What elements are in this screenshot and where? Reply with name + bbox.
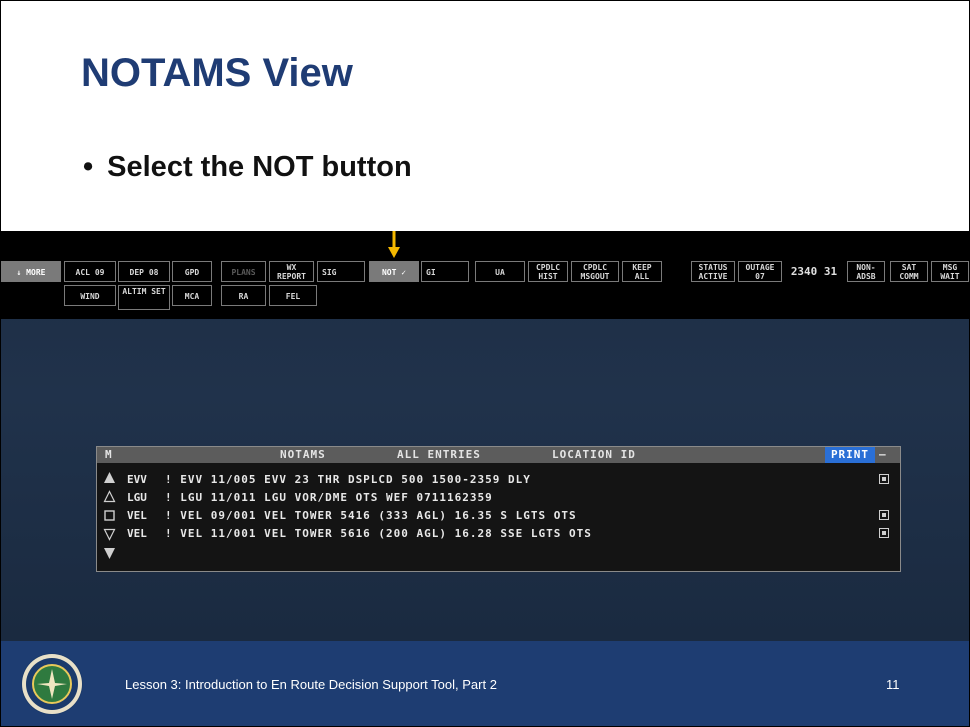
outage-button[interactable]: OUTAGE 07 xyxy=(738,261,782,282)
notam-text: ! VEL 09/001 VEL TOWER 5416 (333 AGL) 16… xyxy=(165,509,577,522)
scroll-up-icon[interactable] xyxy=(103,490,116,503)
gpd-button[interactable]: GPD xyxy=(172,261,212,282)
status-active-button[interactable]: STATUS ACTIVE xyxy=(691,261,735,282)
menu-button[interactable]: M xyxy=(105,447,112,463)
fel-button[interactable]: FEL xyxy=(269,285,317,306)
notam-row[interactable]: EVV ! EVV 11/005 EVV 23 THR DSPLCD 500 1… xyxy=(127,471,889,489)
ua-button[interactable]: UA xyxy=(475,261,525,282)
bullet-dot: • xyxy=(83,151,94,183)
toolbar: ↓ MORE ACL 09 DEP 08 GPD PLANS WX REPORT… xyxy=(1,231,969,319)
notam-location: VEL xyxy=(127,509,147,522)
slide: NOTAMS View • Select the NOT button ↓ MOR… xyxy=(0,0,970,727)
sort-location-id[interactable]: LOCATION ID xyxy=(552,447,636,463)
msg-wait-button[interactable]: MSG WAIT xyxy=(931,261,969,282)
ra-button[interactable]: RA xyxy=(221,285,266,306)
scroll-top-icon[interactable] xyxy=(103,471,116,484)
keep-all-button[interactable]: KEEP ALL xyxy=(622,261,662,282)
sat-comm-button[interactable]: SAT COMM xyxy=(890,261,928,282)
notam-location: EVV xyxy=(127,473,147,486)
notam-location: VEL xyxy=(127,527,147,540)
scroll-thumb-icon[interactable] xyxy=(103,509,116,522)
print-button[interactable]: PRINT xyxy=(825,447,875,463)
notam-text: ! LGU 11/011 LGU VOR/DME OTS WEF 0711162… xyxy=(165,491,493,504)
eram-screen: ↓ MORE ACL 09 DEP 08 GPD PLANS WX REPORT… xyxy=(1,231,969,641)
scrollbar[interactable] xyxy=(103,471,118,561)
filter-all-entries[interactable]: ALL ENTRIES xyxy=(397,447,481,463)
cpdlc-msgout-button[interactable]: CPDLC MSGOUT xyxy=(571,261,619,282)
wx-report-button[interactable]: WX REPORT xyxy=(269,261,314,282)
not-button[interactable]: NOT ✓ xyxy=(369,261,419,282)
notam-text: ! EVV 11/005 EVV 23 THR DSPLCD 500 1500-… xyxy=(165,473,531,486)
notams-title: NOTAMS xyxy=(280,448,326,461)
plans-button[interactable]: PLANS xyxy=(221,261,266,282)
footer-lesson-title: Lesson 3: Introduction to En Route Decis… xyxy=(125,677,497,692)
cpdlc-hist-button[interactable]: CPDLC HIST xyxy=(528,261,568,282)
slide-footer: Lesson 3: Introduction to En Route Decis… xyxy=(1,641,969,726)
dep-button[interactable]: DEP 08 xyxy=(118,261,170,282)
gi-button[interactable]: GI xyxy=(421,261,469,282)
scroll-bottom-icon[interactable] xyxy=(103,547,116,560)
notam-row[interactable]: VEL ! VEL 09/001 VEL TOWER 5416 (333 AGL… xyxy=(127,507,889,525)
checkbox-icon[interactable] xyxy=(879,474,889,484)
wind-button[interactable]: WIND xyxy=(64,285,116,306)
altim-set-button[interactable]: ALTIM SET xyxy=(118,285,170,310)
notams-header: M NOTAMS ALL ENTRIES LOCATION ID PRINT – xyxy=(97,447,900,463)
slide-title: NOTAMS View xyxy=(81,51,353,95)
notams-panel: M NOTAMS ALL ENTRIES LOCATION ID PRINT –… xyxy=(96,446,901,572)
pointer-arrow-icon xyxy=(388,231,400,258)
bullet-item: • Select the NOT button xyxy=(83,151,412,184)
faa-seal-icon xyxy=(21,653,83,715)
notam-location: LGU xyxy=(127,491,147,504)
mca-button[interactable]: MCA xyxy=(172,285,212,306)
notam-row[interactable]: LGU ! LGU 11/011 LGU VOR/DME OTS WEF 071… xyxy=(127,489,887,507)
more-button[interactable]: ↓ MORE xyxy=(1,261,61,282)
sig-button[interactable]: SIG xyxy=(317,261,365,282)
minimize-button[interactable]: – xyxy=(879,447,886,463)
page-number: 11 xyxy=(886,677,900,692)
acl-button[interactable]: ACL 09 xyxy=(64,261,116,282)
scroll-down-icon[interactable] xyxy=(103,528,116,541)
notam-text: ! VEL 11/001 VEL TOWER 5616 (200 AGL) 16… xyxy=(165,527,592,540)
notam-row[interactable]: VEL ! VEL 11/001 VEL TOWER 5616 (200 AGL… xyxy=(127,525,889,543)
checkbox-icon[interactable] xyxy=(879,510,889,520)
non-adsb-button[interactable]: NON- ADSB xyxy=(847,261,885,282)
time-readout: 2340 31 xyxy=(784,261,844,282)
bullet-text: Select the NOT button xyxy=(107,151,412,183)
checkbox-icon[interactable] xyxy=(879,528,889,538)
